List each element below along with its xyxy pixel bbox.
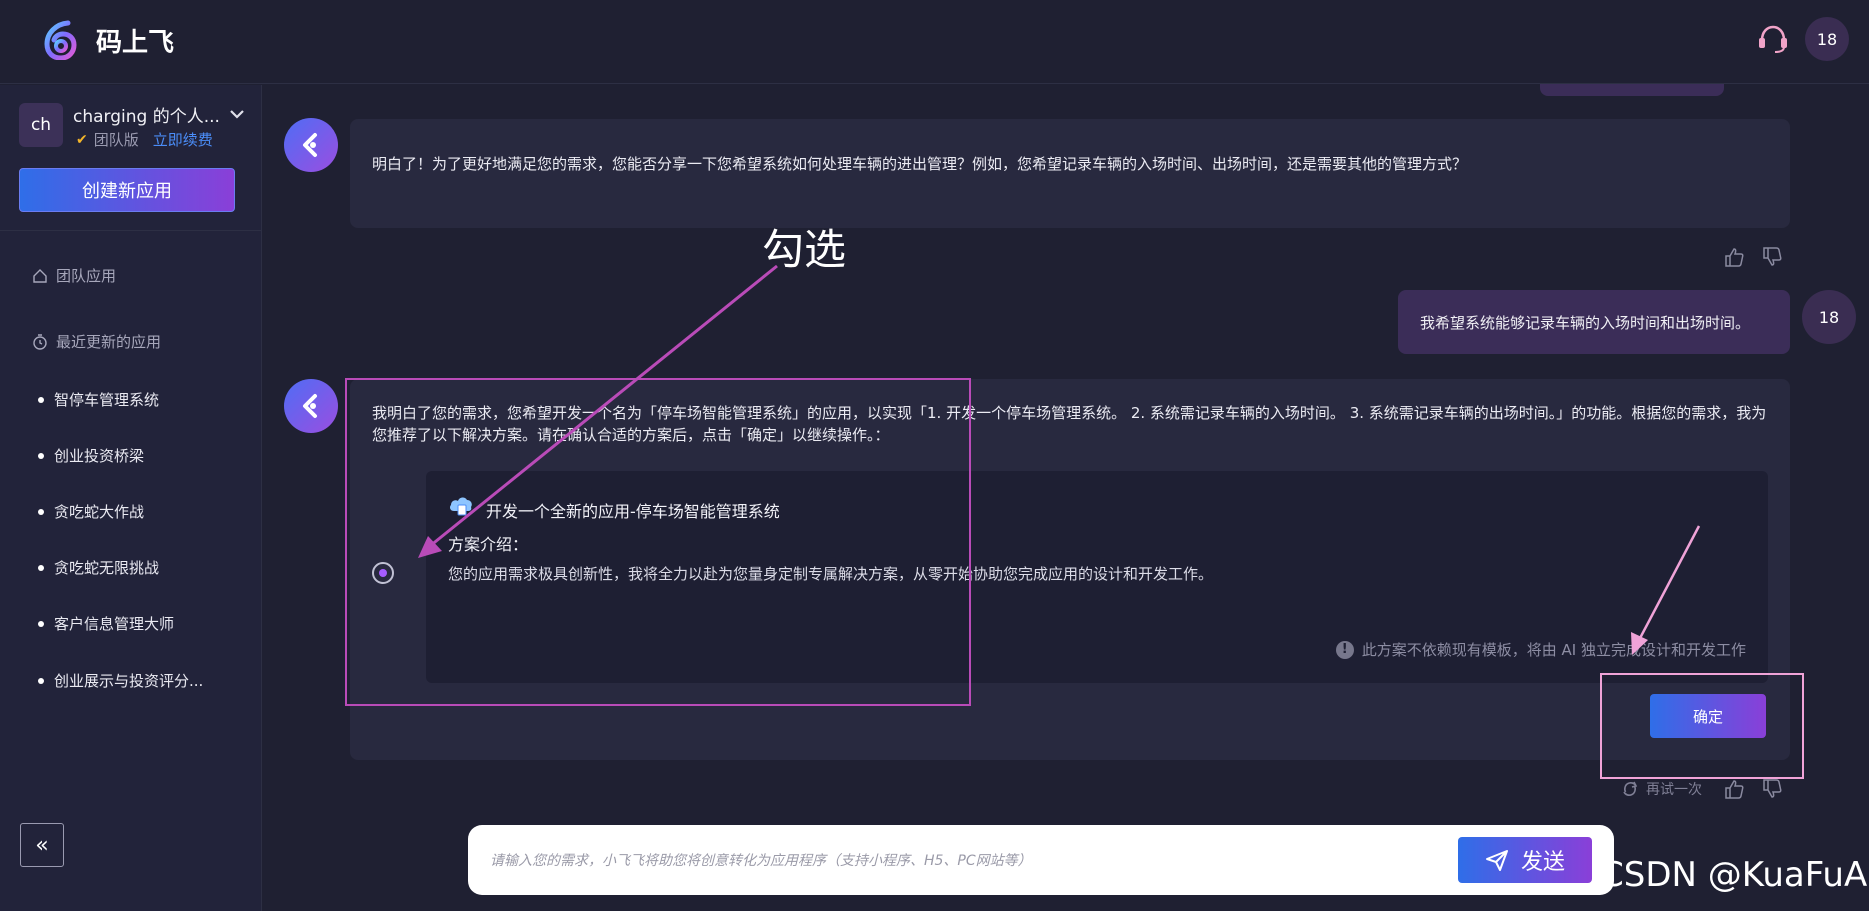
nav-team-apps[interactable]: 团队应用 [32,265,116,286]
sidebar-app-label: 智停车管理系统 [54,391,160,409]
thumbs-down-icon[interactable] [1761,246,1783,268]
sidebar-app-label: 创业展示与投资评分... [54,672,204,690]
bot-message-text: 明白了！为了更好地满足您的需求，您能否分享一下您希望系统如何处理车辆的进出管理？… [372,155,1468,173]
create-app-button[interactable]: 创建新应用 [19,168,235,212]
bot-avatar [284,379,338,433]
bullet-icon [38,620,44,627]
home-icon [33,268,47,283]
watermark: CSDN @KuaFuAI [1600,855,1869,895]
send-label: 发送 [1520,850,1565,875]
user-message-text: 我希望系统能够记录车辆的入场时间和出场时间。 [1420,314,1751,332]
info-icon: ! [1335,640,1354,659]
workspace-plan: ✔ 团队版 立即续费 [76,129,213,150]
sidebar-app-label: 创业投资桥梁 [54,447,145,465]
sidebar-app-item[interactable]: 客户信息管理大师 [38,613,174,634]
refresh-icon [1623,781,1638,796]
previous-user-bubble [1540,84,1724,96]
plan-label: 团队版 [93,131,139,149]
retry-label: 再试一次 [1646,782,1702,798]
sidebar-app-item[interactable]: 创业展示与投资评分... [38,670,203,691]
feedback-actions [1723,246,1783,268]
sidebar-divider [0,230,262,231]
bullet-icon [38,564,44,571]
chat-input-placeholder[interactable]: 请输入您的需求，小飞飞将助您将创意转化为应用程序（支持小程序、H5、PC网站等） [490,850,1032,870]
sidebar-app-label: 客户信息管理大师 [54,615,175,633]
user-avatar[interactable]: 18 [1805,17,1849,61]
nav-team-apps-label: 团队应用 [56,267,117,285]
plan-note-text: 此方案不依赖现有模板，将由 AI 独立完成设计和开发工作 [1361,641,1746,659]
brand-name: 码上飞 [96,28,175,58]
send-icon [1485,850,1508,871]
thumbs-down-icon[interactable] [1761,778,1783,800]
bot-message-bubble: 明白了！为了更好地满足您的需求，您能否分享一下您希望系统如何处理车辆的进出管理？… [350,119,1790,228]
bullet-icon [38,508,44,515]
bot-logo-icon [303,394,317,418]
clock-icon [33,333,47,350]
user-message-avatar: 18 [1802,290,1856,344]
plan-check-icon: ✔ [76,131,88,148]
retry-button[interactable]: 再试一次 [1620,779,1702,799]
annotation-box-confirm [1600,673,1804,779]
bot-logo-icon [303,133,317,157]
send-button[interactable]: 发送 [1458,837,1592,883]
thumbs-up-icon[interactable] [1723,246,1745,268]
sidebar-app-item[interactable]: 智停车管理系统 [38,389,159,410]
bullet-icon [38,677,44,684]
thumbs-up-icon[interactable] [1723,778,1745,800]
chevron-down-icon[interactable] [228,107,246,121]
annotation-label: 勾选 [762,225,847,274]
sidebar-app-label: 贪吃蛇大作战 [54,503,145,521]
sidebar-app-item[interactable]: 贪吃蛇无限挑战 [38,557,159,578]
bullet-icon [38,452,44,459]
sidebar: ch charging 的个人... ✔ 团队版 立即续费 创建新应用 团队应用… [0,85,262,911]
workspace-name[interactable]: charging 的个人... [73,102,220,127]
renew-link[interactable]: 立即续费 [153,129,213,150]
logo-icon[interactable] [42,20,78,60]
workspace-avatar[interactable]: ch [19,103,63,147]
headset-icon[interactable] [1756,22,1790,56]
nav-recent-apps-label: 最近更新的应用 [56,333,162,351]
sidebar-app-label: 贪吃蛇无限挑战 [54,559,160,577]
chat-input-box[interactable]: 请输入您的需求，小飞飞将助您将创意转化为应用程序（支持小程序、H5、PC网站等）… [468,825,1614,895]
user-message-bubble: 我希望系统能够记录车辆的入场时间和出场时间。 [1398,290,1790,354]
nav-recent-apps: 最近更新的应用 [32,331,161,352]
plan-note: ! 此方案不依赖现有模板，将由 AI 独立完成设计和开发工作 [1335,639,1746,660]
top-bar: 码上飞 18 [0,0,1869,84]
feedback-actions [1723,778,1783,800]
annotation-box-plan [345,378,971,706]
sidebar-app-item[interactable]: 贪吃蛇大作战 [38,501,144,522]
sidebar-app-item[interactable]: 创业投资桥梁 [38,445,144,466]
bullet-icon [38,396,44,403]
collapse-sidebar-button[interactable]: « [20,823,64,867]
bot-avatar [284,118,338,172]
